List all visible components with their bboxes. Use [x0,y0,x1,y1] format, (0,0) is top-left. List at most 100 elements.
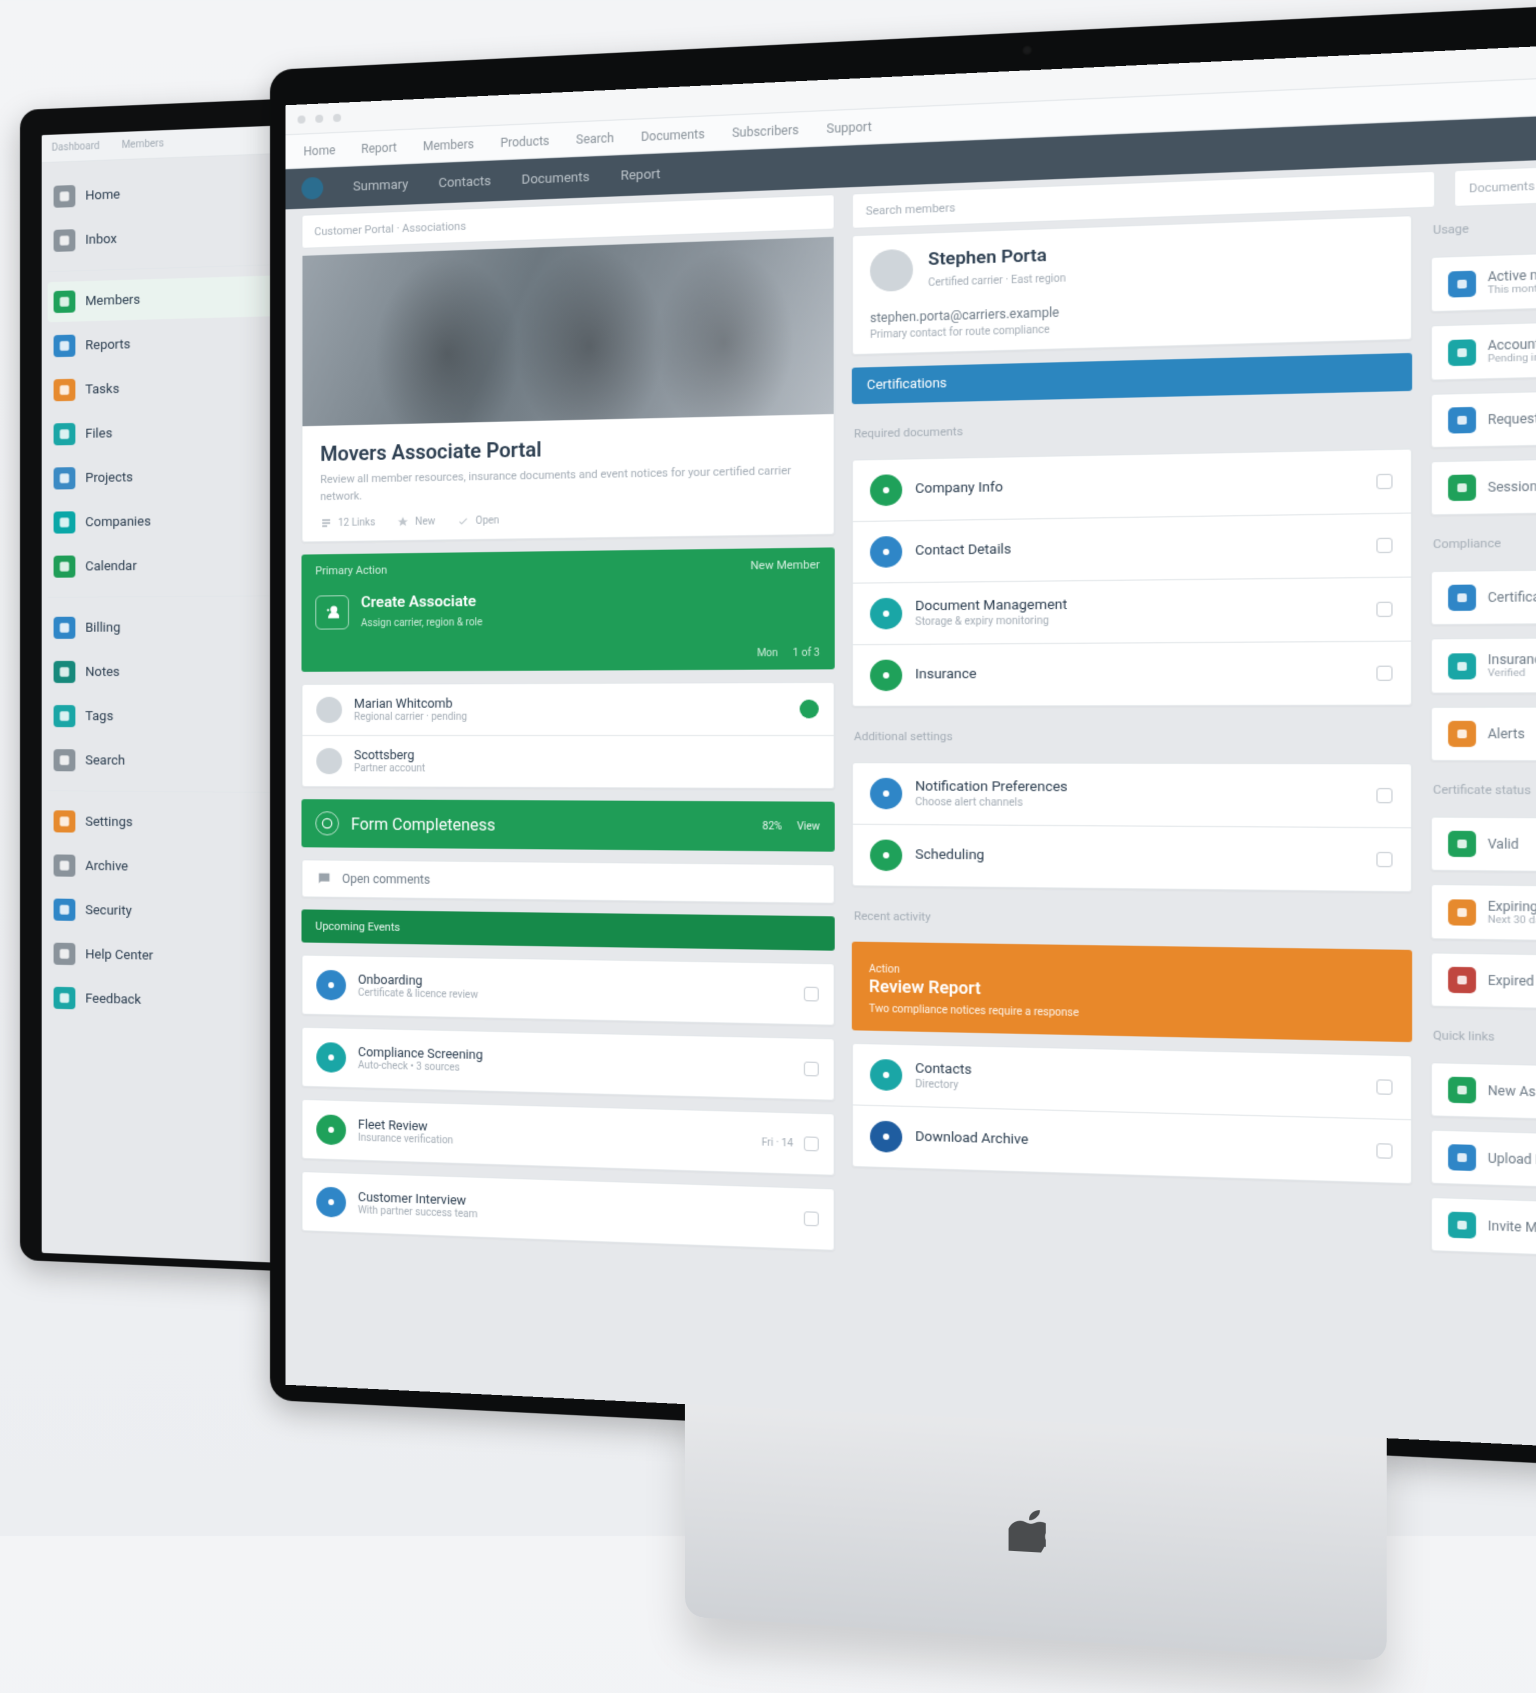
section-header-card: Upcoming Events [301,909,834,950]
checkbox[interactable] [804,1211,819,1226]
list-row[interactable]: Download Archive [853,1104,1411,1183]
list-row[interactable]: Notification PreferencesChoose alert cha… [853,763,1411,827]
event-card[interactable]: Compliance ScreeningAuto-check • 3 sourc… [301,1027,834,1101]
checkbox[interactable] [1376,474,1392,489]
list-row[interactable]: Contact Details [853,513,1411,583]
nav-item[interactable]: Report [621,166,661,183]
checkbox[interactable] [1376,538,1392,553]
row-icon [870,474,902,506]
people-card: Marian WhitcombRegional carrier · pendin… [301,682,834,789]
profile-name: Stephen Porta [928,244,1066,270]
progress-bar-card[interactable]: Form Completeness 82%View [301,799,834,852]
topbar-item[interactable]: Search [576,130,614,146]
metric-icon [1448,831,1476,857]
checkbox[interactable] [1376,852,1392,867]
sidebar-label: Search [85,753,125,768]
user-plus-icon [315,595,349,629]
metric-card[interactable]: Upload Document [1431,1129,1536,1196]
comments-card[interactable]: Open comments [301,859,834,904]
metric-card[interactable]: Expired3 [1431,952,1536,1014]
checkbox[interactable] [804,987,819,1002]
person-row[interactable]: ScottsbergPartner account [302,735,833,788]
sidebar-label: Billing [85,620,120,635]
sidebar-label: Tags [85,709,113,724]
sidebar-label: Projects [85,470,133,486]
event-icon [316,1114,346,1145]
filter-select[interactable]: Documents [1454,155,1536,207]
row-icon [870,778,902,810]
row-icon [870,598,902,630]
person-row[interactable]: Marian WhitcombRegional carrier · pendin… [302,683,833,735]
callout-card[interactable]: Action Review Report Two compliance noti… [852,942,1412,1043]
row-icon [870,839,902,871]
event-icon [316,970,346,1001]
primary-action-card[interactable]: Primary ActionNew Member Create Associat… [301,547,834,671]
topbar-item[interactable]: Subscribers [732,122,799,139]
sidebar-label: Feedback [85,991,141,1007]
metric-card[interactable]: Invite Member [1431,1197,1536,1266]
tab-active[interactable]: Certifications [852,353,1412,404]
event-card[interactable]: OnboardingCertificate & licence review [301,955,834,1026]
sidebar-icon [54,854,76,876]
right-column: Usage Active membersThis month1,248Accou… [1431,200,1536,1288]
topbar-item[interactable]: Members [423,137,474,153]
metric-card[interactable]: Active membersThis month1,248 [1431,243,1536,312]
nav-item[interactable]: Contacts [438,173,491,190]
rear-crumb: Members [122,138,164,151]
progress-icon [315,811,339,835]
checkbox[interactable] [804,1062,819,1077]
checkbox[interactable] [804,1136,819,1151]
checkbox[interactable] [1376,666,1392,681]
hero-desc: Review all member resources, insurance d… [320,462,814,505]
metric-card[interactable]: ExpiringNext 30 days15 [1431,884,1536,945]
window-dot [298,115,306,123]
metric-icon [1448,339,1476,366]
topbar-item[interactable]: Support [826,119,871,136]
list-row[interactable]: Insurance [853,641,1411,706]
sidebar-label: Files [85,426,112,442]
sidebar-label: Security [85,903,131,919]
metric-card[interactable]: Requests86 [1431,384,1536,448]
sidebar-icon [54,943,76,966]
metric-card[interactable]: Valid168 [1431,817,1536,875]
nav-item[interactable]: Documents [522,169,590,187]
checkbox[interactable] [1376,1143,1392,1159]
sidebar-icon [54,185,76,208]
sidebar-icon [54,335,76,358]
event-card[interactable]: Fleet ReviewInsurance verificationFri · … [301,1099,834,1176]
metric-card[interactable]: Certifications184 [1431,566,1536,625]
metric-card[interactable]: Account BalancePending invoices24,180 [1431,314,1536,381]
avatar [316,697,342,723]
metric-card[interactable]: New Associate [1431,1062,1536,1127]
checkbox[interactable] [1376,1079,1392,1095]
list-row[interactable]: Company Info [853,450,1411,522]
list-row[interactable]: Scheduling [853,824,1411,892]
topbar-item[interactable]: Products [500,133,549,149]
list-row[interactable]: Document ManagementStorage & expiry moni… [853,577,1411,645]
checkbox[interactable] [1376,602,1392,617]
checkbox[interactable] [1376,788,1392,803]
metric-card[interactable]: Insurance RecordsVerified1,026 [1431,636,1536,694]
middle-column: Stephen PortaCertified carrier · East re… [852,215,1412,1272]
row-icon [870,1059,902,1091]
metric-card[interactable]: Sessions514 [1431,453,1536,515]
nav-item[interactable]: Summary [353,177,408,194]
status-dot [800,700,819,719]
topbar-item[interactable]: Report [361,140,397,156]
sidebar-icon [54,749,76,771]
left-row-stack: OnboardingCertificate & licence reviewCo… [301,955,834,1251]
doc-list: Company InfoContact DetailsDocument Mana… [852,448,1412,706]
metric-card[interactable]: Alerts12 [1431,706,1536,762]
metric-icon [1448,899,1476,925]
topbar-item[interactable]: Home [303,143,335,158]
event-card[interactable]: Customer InterviewWith partner success t… [301,1171,834,1251]
sidebar-icon [54,229,76,252]
metric-group: Valid168 ExpiringNext 30 days15 Expired3 [1431,817,1536,1015]
hero-meta: 12 Links New Open [320,509,814,529]
topbar-item[interactable]: Documents [641,126,705,143]
sidebar-label: Notes [85,664,119,679]
activity-list: ContactsDirectoryDownload Archive [852,1043,1412,1185]
sidebar-icon [54,290,76,313]
sidebar-label: Companies [85,514,151,530]
sidebar-icon [54,423,76,445]
